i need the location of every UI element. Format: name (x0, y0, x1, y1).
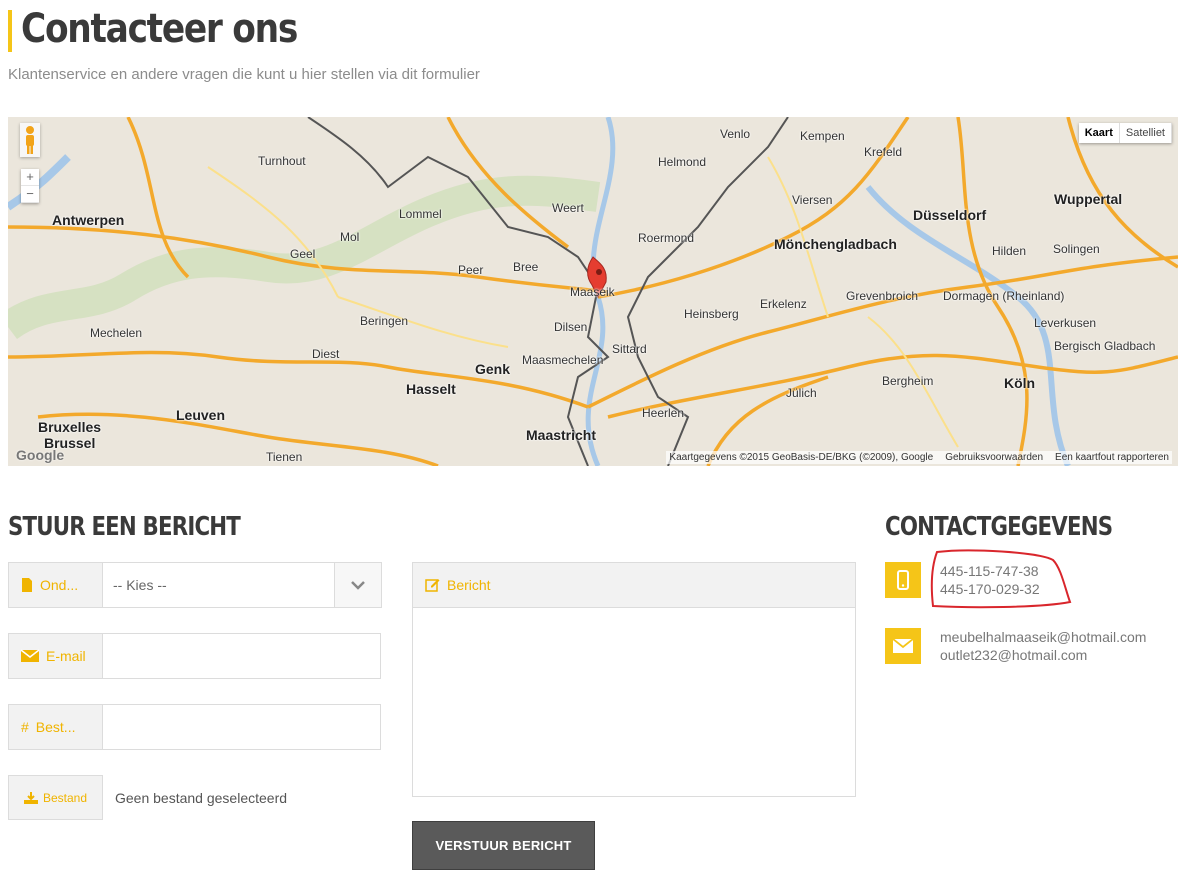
order-label: Best... (35, 719, 76, 735)
map-label-krefeld: Krefeld (864, 145, 903, 159)
title-accent-bar (8, 10, 12, 52)
map-label-solingen: Solingen (1053, 242, 1100, 256)
map-type-control: Kaart Satelliet (1078, 123, 1172, 143)
email-input[interactable] (103, 634, 380, 678)
map-label-mol: Mol (340, 230, 360, 244)
street-view-pegman-icon[interactable] (20, 123, 40, 157)
google-logo: Google (16, 447, 65, 463)
map-label-erkelenz: Erkelenz (760, 297, 807, 311)
map-label-genk: Genk (475, 361, 511, 377)
map-label-maasmechelen: Maasmechelen (522, 353, 604, 367)
map-label-grevenbroich: Grevenbroich (846, 289, 919, 303)
map-terms-link[interactable]: Gebruiksvoorwaarden (945, 452, 1043, 463)
map-label-sittard: Sittard (612, 342, 647, 356)
subject-label: Ond... (40, 577, 79, 593)
map-label-duesseldorf: Düsseldorf (913, 207, 987, 223)
subject-select[interactable]: -- Kies -- (103, 563, 334, 607)
zoom-control: + − (21, 169, 39, 203)
email-address-2[interactable]: outlet232@hotmail.com (940, 646, 1146, 664)
order-input[interactable] (103, 705, 380, 749)
map-label-bergisch-gladbach: Bergisch Gladbach (1054, 339, 1156, 353)
annotation-highlight (930, 549, 1072, 609)
phone-icon (885, 562, 921, 598)
map-label-weert: Weert (552, 201, 584, 215)
map-label-heinsberg: Heinsberg (684, 307, 739, 321)
map-label-koeln: Köln (1004, 375, 1036, 391)
map-label-leverkusen: Leverkusen (1034, 316, 1097, 330)
document-icon (22, 578, 32, 592)
email-addresses: meubelhalmaaseik@hotmail.com outlet232@h… (940, 628, 1146, 664)
map-report-error-link[interactable]: Een kaartfout rapporteren (1055, 452, 1169, 463)
message-label: Bericht (447, 577, 491, 593)
zoom-out-button[interactable]: − (21, 186, 39, 203)
message-header: Bericht (413, 563, 855, 608)
order-addon: # Best... (9, 705, 103, 749)
envelope-icon (885, 628, 921, 664)
map-label-dilsen: Dilsen (554, 320, 588, 334)
subject-addon: Ond... (9, 563, 103, 607)
order-field: # Best... (8, 704, 381, 750)
email-field: E-mail (8, 633, 381, 679)
map-label-diest: Diest (312, 347, 340, 361)
map-label-hasselt: Hasselt (406, 381, 456, 397)
map-copyright: Kaartgegevens ©2015 GeoBasis-DE/BKG (©20… (669, 452, 934, 463)
chevron-down-icon[interactable] (334, 563, 381, 607)
map-label-wuppertal: Wuppertal (1054, 191, 1123, 207)
map-attribution: Kaartgegevens ©2015 GeoBasis-DE/BKG (©20… (666, 451, 1172, 464)
map-label-beringen: Beringen (360, 314, 409, 328)
map-label-lommel: Lommel (399, 207, 442, 221)
map-label-helmond: Helmond (658, 155, 707, 169)
page-subtitle: Klantenservice en andere vragen die kunt… (8, 66, 480, 83)
edit-icon (425, 579, 440, 592)
file-button-label: Bestand (42, 790, 88, 805)
map-type-kaart-button[interactable]: Kaart (1079, 123, 1120, 143)
map-label-kempen: Kempen (800, 129, 845, 143)
map-label-leuven: Leuven (176, 407, 226, 423)
contact-heading: CONTACTGEGEVENS (885, 512, 1113, 542)
file-status: Geen bestand geselecteerd (115, 790, 288, 806)
map-label-bergheim: Bergheim (882, 374, 934, 388)
email-addon: E-mail (9, 634, 103, 678)
map-label-dormagen: Dormagen (Rheinland) (943, 289, 1065, 303)
map-label-peer: Peer (458, 263, 484, 277)
map-label-bree: Bree (513, 260, 539, 274)
map-label-tienen: Tienen (266, 450, 303, 464)
form-heading: STUUR EEN BERICHT (8, 512, 241, 542)
map-label-hilden: Hilden (992, 244, 1027, 258)
map-label-moenchengladbach: Mönchengladbach (774, 236, 897, 252)
upload-icon (23, 791, 38, 804)
envelope-icon (21, 649, 39, 662)
map-label-maastricht: Maastricht (526, 427, 597, 443)
map-label-turnhout: Turnhout (258, 154, 306, 168)
map-label-antwerpen: Antwerpen (52, 212, 125, 228)
map-label-heerlen: Heerlen (642, 406, 685, 420)
map-label-maaseik: Maaseik (570, 285, 615, 299)
send-message-button[interactable]: VERSTUUR BERICHT (412, 821, 595, 870)
email-label: E-mail (46, 648, 86, 664)
map-label-geel: Geel (290, 247, 316, 261)
file-upload-button[interactable]: Bestand (8, 775, 103, 820)
map-label-juelich: Jülich (786, 386, 817, 400)
map-label-roermond: Roermond (638, 231, 695, 245)
message-field[interactable]: Bericht (412, 562, 856, 797)
map-label-mechelen: Mechelen (90, 326, 143, 340)
map-label-venlo: Venlo (720, 127, 751, 141)
map-type-satelliet-button[interactable]: Satelliet (1120, 123, 1172, 143)
hash-icon: # (21, 719, 29, 735)
map-label-bruxelles: Bruxelles (38, 419, 102, 435)
google-map[interactable]: Antwerpen Bruxelles Brussel Leuven Hasse… (8, 117, 1178, 466)
zoom-in-button[interactable]: + (21, 169, 39, 186)
subject-field: Ond... -- Kies -- (8, 562, 382, 608)
email-address-1[interactable]: meubelhalmaaseik@hotmail.com (940, 628, 1146, 646)
page-title: Contacteer ons (21, 6, 298, 52)
map-label-viersen: Viersen (792, 193, 833, 207)
